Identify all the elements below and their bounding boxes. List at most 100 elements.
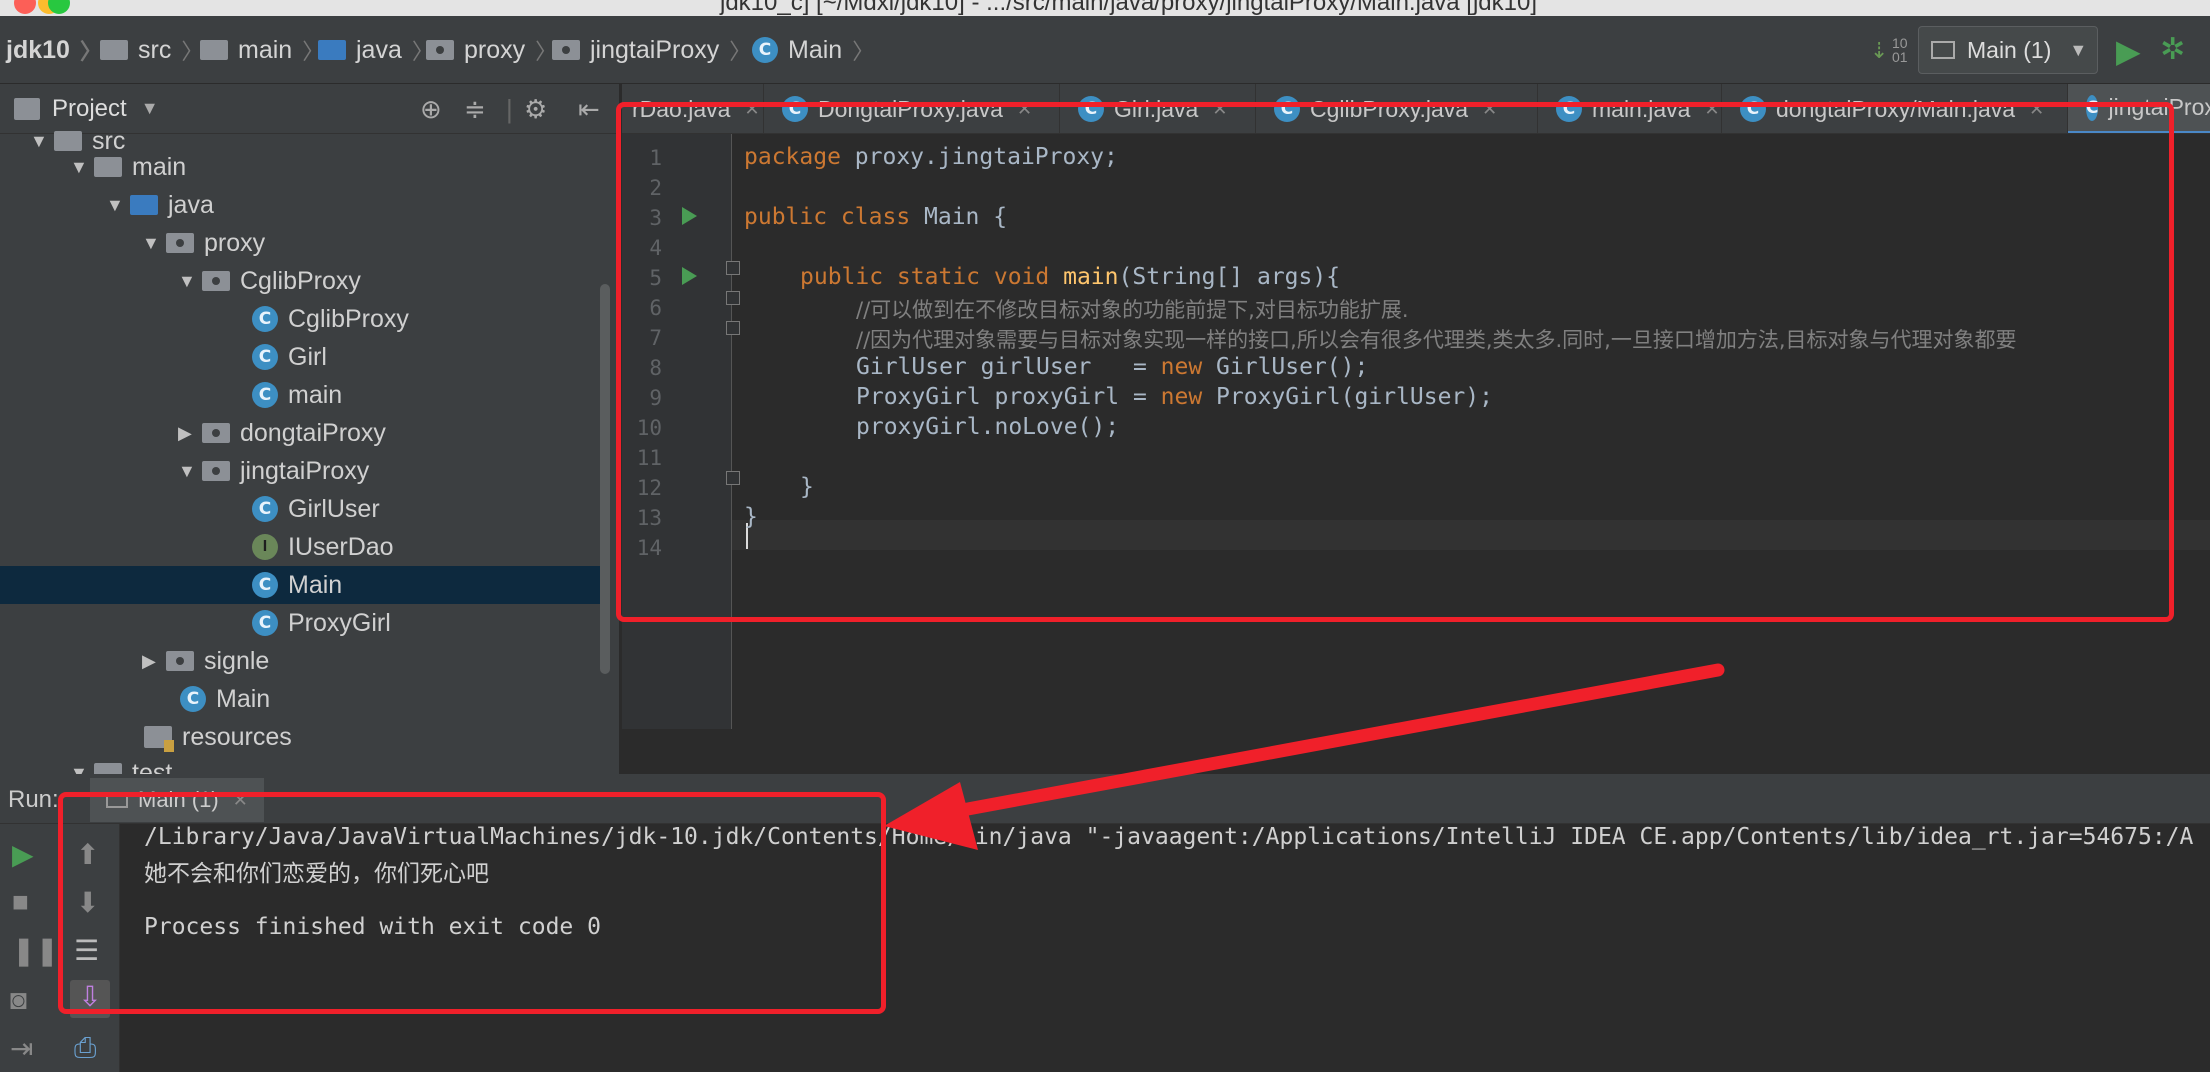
chevron-down-icon[interactable]: ▼: [178, 271, 202, 292]
close-icon[interactable]: ✕: [1017, 99, 1032, 120]
breadcrumb-src[interactable]: src 〉: [100, 34, 203, 66]
close-icon[interactable]: ✕: [233, 790, 248, 811]
tab-cglibproxy[interactable]: C CglibProxy.java ✕: [1256, 84, 1538, 133]
tree-item-dongtaiproxy[interactable]: ▶ dongtaiProxy: [0, 414, 600, 452]
breadcrumb-project[interactable]: jdk10 〉: [6, 34, 102, 66]
runnable-class-icon: C: [180, 686, 206, 712]
console-output-line: 她不会和你们恋爱的，你们死心吧: [144, 861, 489, 887]
tree-item-girl[interactable]: C Girl: [0, 338, 600, 376]
code-line-3: public class Main {: [744, 204, 1008, 230]
application-config-icon: [106, 792, 128, 808]
class-icon: C: [752, 37, 778, 63]
chevron-right-icon[interactable]: ▶: [178, 423, 202, 444]
breadcrumb-main-class[interactable]: C Main 〉: [752, 34, 874, 66]
tree-item-java[interactable]: ▼ java: [0, 186, 600, 224]
current-line-highlight: [732, 520, 2210, 550]
code-line-9: ProxyGirl proxyGirl = new ProxyGirl(girl…: [856, 384, 1493, 410]
tree-item-cglibproxy-class[interactable]: C CglibProxy: [0, 300, 600, 338]
line-number: 7: [649, 326, 662, 350]
scroll-down-icon[interactable]: ⬇: [76, 886, 99, 919]
binary-icon: 10 01: [1892, 35, 1908, 65]
tree-item-iuserdao[interactable]: I IUserDao: [0, 528, 600, 566]
tab-girl[interactable]: C Girl.java ✕: [1060, 84, 1256, 133]
project-view-icon: [14, 97, 40, 120]
tree-item-cglibproxy-package[interactable]: ▼ CglibProxy: [0, 262, 600, 300]
interface-icon: I: [252, 534, 278, 560]
gear-icon[interactable]: ⚙: [524, 94, 547, 125]
chevron-down-icon[interactable]: ▼: [141, 98, 159, 119]
tree-item-main[interactable]: ▼ main: [0, 148, 600, 186]
project-scrollbar[interactable]: [600, 284, 610, 674]
tree-item-main-signle[interactable]: C Main: [0, 680, 600, 718]
tab-dongtaiproxy-main[interactable]: CdongtaiProxy/Main.java ✕: [1722, 84, 2068, 133]
tree-item-proxygirl[interactable]: C ProxyGirl: [0, 604, 600, 642]
run-gutter-icon[interactable]: [682, 207, 697, 225]
close-icon[interactable]: ✕: [1212, 99, 1227, 120]
breadcrumb-java[interactable]: java 〉: [318, 34, 434, 66]
code-line-6-comment: //可以做到在不修改目标对象的功能前提下,对目标功能扩展.: [856, 298, 1409, 322]
package-icon: [202, 423, 230, 443]
code-line-8: GirlUser girlUser = new GirlUser();: [856, 354, 1369, 380]
close-icon[interactable]: ✕: [1482, 99, 1497, 120]
close-window-button[interactable]: [14, 0, 36, 14]
hide-panel-icon[interactable]: ⇤: [578, 94, 600, 125]
run-configuration-select[interactable]: Main (1) ▼: [1918, 26, 2098, 74]
breadcrumb-main[interactable]: main 〉: [200, 34, 324, 66]
run-gutter-icon[interactable]: [682, 267, 697, 285]
code-editor[interactable]: 1 2 3 4 5 6 7 8 9 10 11 12 13 14 package…: [622, 134, 2210, 774]
chevron-down-icon[interactable]: ▼: [70, 763, 94, 775]
vcs-update-icon[interactable]: ⇣: [1870, 38, 1888, 64]
navigation-bar: jdk10 〉 src 〉 main 〉 java 〉 proxy 〉 jingtaiPr…: [0, 16, 2210, 84]
console-output-line: Process finished with exit code 0: [144, 914, 601, 940]
print-icon[interactable]: ⎙: [74, 1032, 96, 1065]
run-tab-main[interactable]: Main (1) ✕: [90, 778, 264, 822]
code-line-12: }: [800, 474, 814, 500]
tree-item-girluser[interactable]: C GirlUser: [0, 490, 600, 528]
tree-item-main-selected[interactable]: C Main: [0, 566, 600, 604]
tab-iuserdao[interactable]: rDao.java ✕: [622, 84, 764, 133]
tab-main-java[interactable]: Cmain.java ✕: [1538, 84, 1722, 133]
close-icon[interactable]: ✕: [744, 99, 759, 120]
folder-icon: [94, 763, 122, 774]
soft-wrap-icon[interactable]: ☰: [74, 934, 99, 967]
tab-dongtaiproxy[interactable]: C DongtaiProxy.java ✕: [764, 84, 1060, 133]
exit-icon[interactable]: ⇥: [10, 1032, 33, 1065]
line-number: 12: [636, 476, 662, 500]
fold-marker-icon[interactable]: [726, 321, 740, 335]
fold-marker-icon[interactable]: [726, 471, 740, 485]
chevron-right-icon[interactable]: ▶: [142, 651, 166, 672]
fold-marker-icon[interactable]: [726, 291, 740, 305]
stop-button[interactable]: ■: [12, 886, 29, 918]
window-title-bar: jdk10_c] [~/Mdxl/jdk10] - .../src/main/j…: [0, 0, 2210, 16]
chevron-down-icon: ▼: [2069, 39, 2088, 60]
project-panel-title[interactable]: Project: [52, 95, 127, 123]
chevron-down-icon[interactable]: ▼: [70, 157, 94, 178]
close-icon[interactable]: ✕: [2029, 99, 2044, 120]
dump-threads-icon[interactable]: ◙: [10, 984, 27, 1016]
debug-bug-icon[interactable]: ✲: [2160, 32, 2185, 67]
pause-button[interactable]: ❚❚: [12, 934, 59, 967]
scroll-up-icon[interactable]: ⬆: [76, 838, 99, 871]
tree-item-signle[interactable]: ▶ signle: [0, 642, 600, 680]
rerun-button[interactable]: ▶: [12, 838, 34, 871]
run-button[interactable]: ▶: [2116, 32, 2141, 70]
breadcrumb-proxy[interactable]: proxy 〉: [426, 34, 557, 66]
breadcrumb-jingtaiproxy[interactable]: jingtaiProxy 〉: [552, 34, 751, 66]
tree-item-test[interactable]: ▼ test: [0, 754, 600, 774]
source-folder-icon: [318, 40, 346, 60]
tab-jingtaiproxy-main[interactable]: CjingtaiProxy: [2068, 84, 2210, 133]
code-line-7-comment: //因为代理对象需要与目标对象实现一样的接口,所以会有很多代理类,类太多.同时,…: [856, 328, 2017, 352]
chevron-down-icon[interactable]: ▼: [142, 233, 166, 254]
close-icon[interactable]: ✕: [1704, 99, 1719, 120]
tree-item-main-runnable[interactable]: Cmain: [0, 376, 600, 414]
tree-item-resources[interactable]: resources: [0, 718, 600, 756]
chevron-down-icon[interactable]: ▼: [178, 461, 202, 482]
tree-item-proxy[interactable]: ▼ proxy: [0, 224, 600, 262]
line-number: 6: [649, 296, 662, 320]
scroll-to-end-icon[interactable]: ⇩: [70, 980, 110, 1018]
tree-item-jingtaiproxy[interactable]: ▼ jingtaiProxy: [0, 452, 600, 490]
locate-target-icon[interactable]: ⊕: [420, 94, 442, 125]
chevron-down-icon[interactable]: ▼: [106, 195, 130, 216]
fold-marker-icon[interactable]: [726, 261, 740, 275]
collapse-all-icon[interactable]: ≑: [464, 94, 486, 125]
